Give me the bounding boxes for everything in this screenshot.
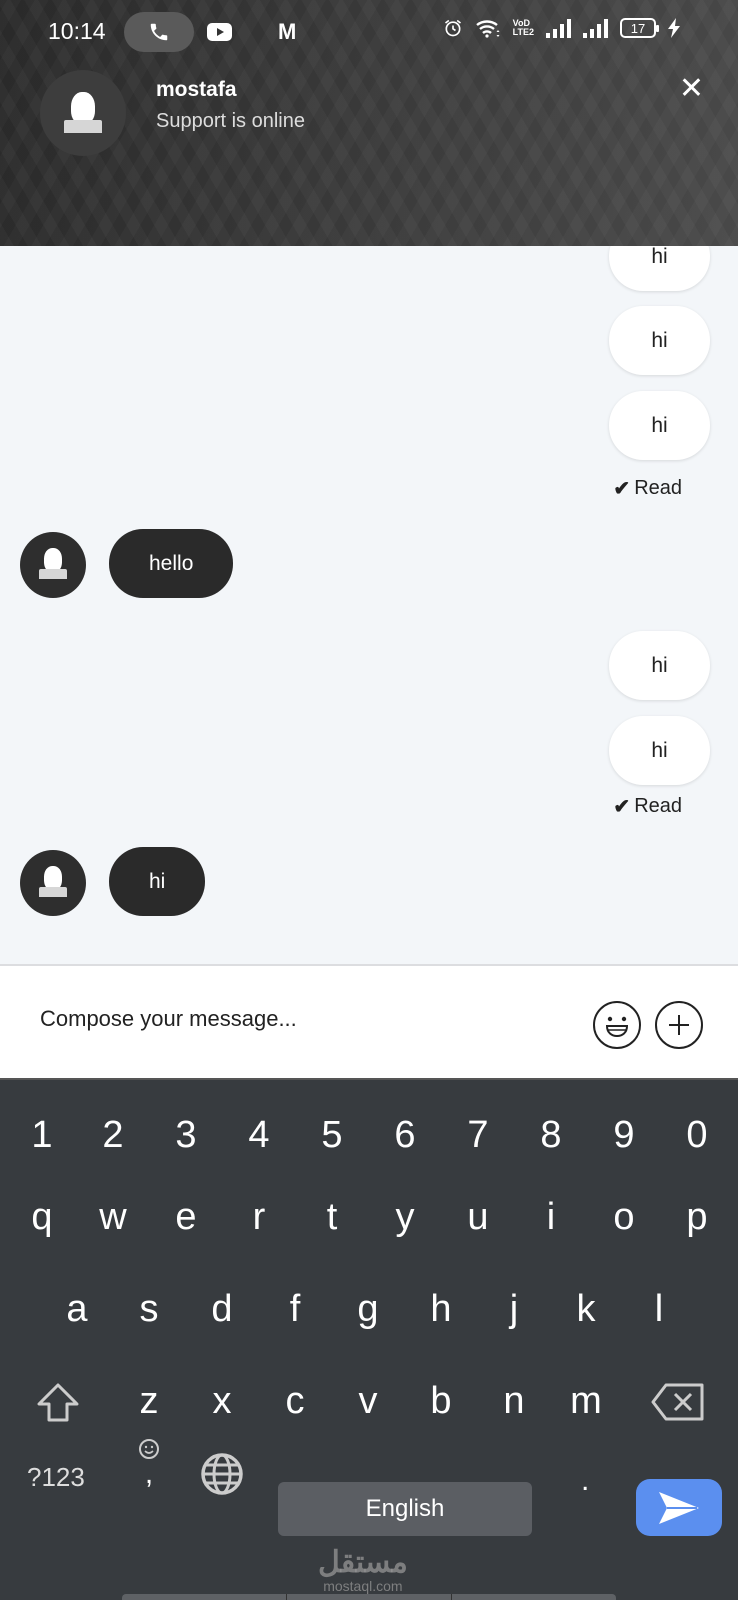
key-a[interactable]: a — [47, 1290, 107, 1328]
key-o[interactable]: o — [594, 1198, 654, 1236]
key-2[interactable]: 2 — [83, 1116, 143, 1154]
outgoing-message: hi — [609, 631, 710, 700]
alarm-icon — [444, 19, 461, 37]
key-f[interactable]: f — [265, 1290, 325, 1328]
message-list[interactable]: hi hi hi ✔ Read hello hi hi ✔ Read hi — [0, 246, 738, 964]
symbols-key[interactable]: ?123 — [27, 1462, 85, 1493]
chat-header: 10:14 M VoD LTE2 17 mostafa Support is on… — [0, 0, 738, 246]
attach-button[interactable] — [655, 1001, 703, 1049]
incoming-message-row: hello — [20, 529, 280, 599]
sender-avatar — [20, 850, 86, 916]
contact-avatar — [40, 70, 126, 156]
key-q[interactable]: q — [12, 1198, 72, 1236]
key-v[interactable]: v — [338, 1382, 398, 1420]
sender-avatar — [20, 532, 86, 598]
key-s[interactable]: s — [119, 1290, 179, 1328]
key-8[interactable]: 8 — [521, 1116, 581, 1154]
language-key[interactable] — [200, 1452, 244, 1501]
status-bar: 10:14 M VoD LTE2 17 — [0, 0, 738, 64]
ongoing-call-indicator[interactable] — [124, 12, 194, 52]
shift-icon — [37, 1383, 79, 1422]
globe-icon — [201, 1453, 243, 1495]
key-y[interactable]: y — [375, 1198, 435, 1236]
key-i[interactable]: i — [521, 1198, 581, 1236]
outgoing-message: hi — [609, 306, 710, 375]
key-r[interactable]: r — [229, 1198, 289, 1236]
key-h[interactable]: h — [411, 1290, 471, 1328]
outgoing-message: hi — [609, 716, 710, 785]
status-icons: VoD LTE2 17 — [443, 18, 680, 38]
watermark: مستقل mostaql.com — [318, 1546, 408, 1595]
contact-status: Support is online — [156, 110, 305, 132]
key-u[interactable]: u — [448, 1198, 508, 1236]
person-icon — [38, 548, 68, 580]
incoming-message-row: hi — [20, 847, 280, 917]
incoming-message: hello — [109, 529, 234, 598]
youtube-icon — [207, 23, 232, 41]
key-6[interactable]: 6 — [375, 1116, 435, 1154]
key-p[interactable]: p — [667, 1198, 727, 1236]
shift-key[interactable] — [34, 1382, 82, 1429]
key-e[interactable]: e — [156, 1198, 216, 1236]
period-key[interactable]: . — [581, 1464, 589, 1498]
message-composer — [0, 964, 738, 1078]
incoming-message: hi — [109, 847, 206, 916]
battery-icon: 17 — [620, 18, 659, 38]
key-5[interactable]: 5 — [302, 1116, 362, 1154]
on-screen-keyboard: 1 2 3 4 5 6 7 8 9 0 q w e r t y u i o p … — [0, 1078, 738, 1600]
key-c[interactable]: c — [265, 1382, 325, 1420]
key-b[interactable]: b — [411, 1382, 471, 1420]
key-t[interactable]: t — [302, 1198, 362, 1236]
status-time: 10:14 — [48, 18, 106, 44]
read-receipt: ✔ Read — [613, 477, 682, 500]
key-4[interactable]: 4 — [229, 1116, 289, 1154]
outgoing-message: hi — [609, 391, 710, 460]
backspace-icon — [651, 1383, 704, 1421]
outgoing-message: hi — [609, 246, 710, 291]
comma-key[interactable]: , — [136, 1438, 162, 1489]
key-k[interactable]: k — [556, 1290, 616, 1328]
send-icon — [659, 1491, 699, 1524]
contact-name: mostafa — [156, 78, 237, 101]
wifi-icon — [475, 20, 500, 38]
key-d[interactable]: d — [192, 1290, 252, 1328]
emoji-button[interactable] — [593, 1001, 641, 1049]
send-key[interactable] — [636, 1479, 722, 1536]
checkmark-icon: ✔ — [613, 478, 631, 500]
key-w[interactable]: w — [83, 1198, 143, 1236]
gmail-icon: M — [278, 19, 297, 44]
contact-info: mostafa Support is online — [40, 70, 305, 156]
signal-icon — [546, 18, 571, 38]
checkmark-icon: ✔ — [613, 796, 631, 818]
emoji-icon — [605, 1016, 629, 1038]
close-button[interactable]: ✕ — [679, 74, 704, 104]
key-x[interactable]: x — [192, 1382, 252, 1420]
charging-icon — [668, 18, 680, 38]
space-key[interactable]: English — [278, 1482, 532, 1536]
navigation-handle[interactable] — [122, 1594, 616, 1600]
plus-icon — [669, 1015, 689, 1035]
signal-icon — [583, 18, 608, 38]
key-g[interactable]: g — [338, 1290, 398, 1328]
phone-call-icon — [150, 23, 168, 41]
person-icon — [63, 92, 103, 134]
key-7[interactable]: 7 — [448, 1116, 508, 1154]
person-icon — [38, 866, 68, 898]
key-j[interactable]: j — [484, 1290, 544, 1328]
key-n[interactable]: n — [484, 1382, 544, 1420]
read-receipt: ✔ Read — [613, 795, 682, 818]
key-1[interactable]: 1 — [12, 1116, 72, 1154]
backspace-key[interactable] — [650, 1382, 706, 1427]
key-m[interactable]: m — [556, 1382, 616, 1420]
key-l[interactable]: l — [629, 1290, 689, 1328]
key-0[interactable]: 0 — [667, 1116, 727, 1154]
key-3[interactable]: 3 — [156, 1116, 216, 1154]
key-z[interactable]: z — [119, 1382, 179, 1420]
key-9[interactable]: 9 — [594, 1116, 654, 1154]
message-input[interactable] — [40, 1006, 540, 1032]
volte-icon: VoD LTE2 — [512, 18, 534, 37]
